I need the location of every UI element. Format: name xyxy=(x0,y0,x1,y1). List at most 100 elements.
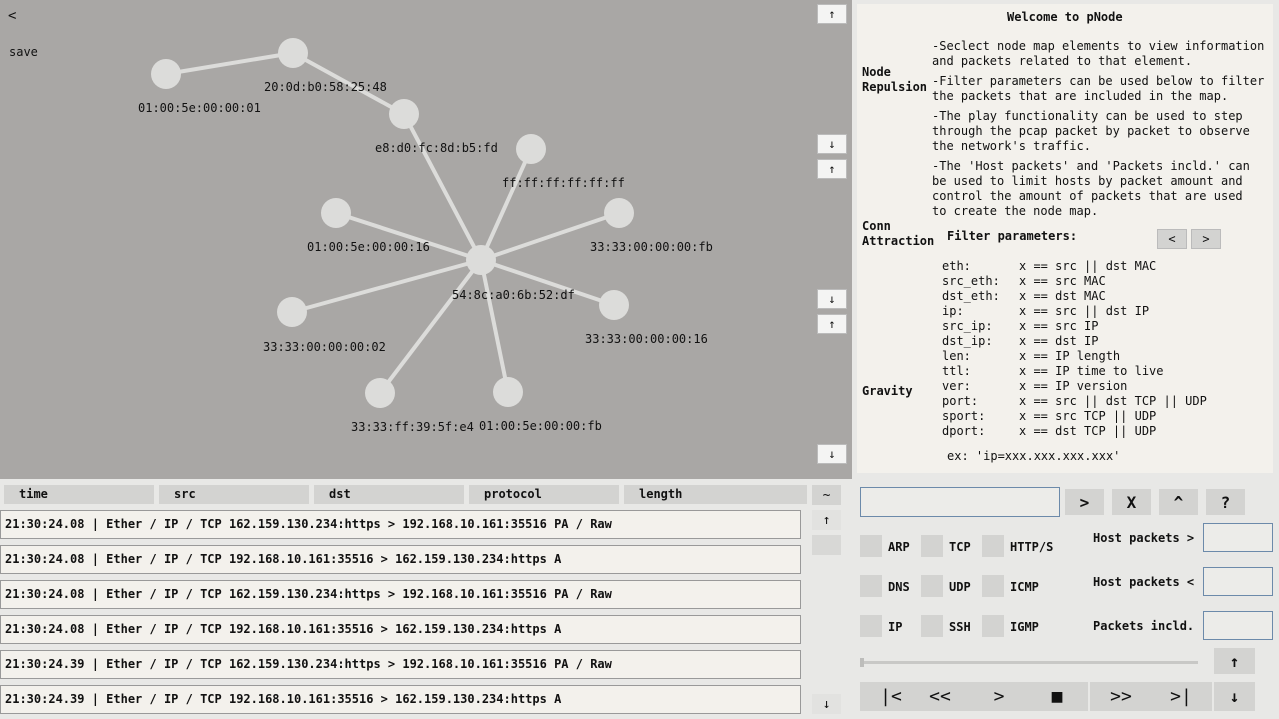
conn-attraction-label: Conn Attraction xyxy=(862,219,935,248)
fast-forward-button[interactable]: >> xyxy=(1090,682,1152,711)
packet-row[interactable]: 21:30:24.39 | Ether / IP / TCP 192.168.1… xyxy=(0,685,801,714)
info-prev-button[interactable]: < xyxy=(1157,229,1187,249)
filter-params-title: Filter parameters: xyxy=(947,229,1078,243)
filter-keys: eth: src_eth: dst_eth: ip: src_ip: dst_i… xyxy=(942,259,1000,438)
collapse-button[interactable]: ~ xyxy=(812,485,841,505)
ssh-checkbox[interactable] xyxy=(921,615,943,637)
host-node[interactable] xyxy=(389,99,419,129)
skip-to-end-button[interactable]: >| xyxy=(1150,682,1212,711)
host-node[interactable] xyxy=(151,59,181,89)
node-map-canvas[interactable]: 01:00:5e:00:00:0120:0d:b0:58:25:48 e8:d0:… xyxy=(0,0,852,479)
ssh-label: SSH xyxy=(949,620,971,634)
playback-slider[interactable] xyxy=(860,661,1198,664)
https-checkbox[interactable] xyxy=(982,535,1004,557)
packet-row[interactable]: 21:30:24.39 | Ether / IP / TCP 162.159.1… xyxy=(0,650,801,679)
arp-checkbox[interactable] xyxy=(860,535,882,557)
host-node-label: 33:33:ff:39:5f:e4 xyxy=(351,420,474,434)
col-header-length[interactable]: length xyxy=(624,485,807,504)
filter-example: ex: 'ip=xxx.xxx.xxx.xxx' xyxy=(947,449,1121,463)
node-map[interactable]: 01:00:5e:00:00:01 20:0d:b0:58:25:48 e8:d0:… xyxy=(0,0,852,479)
packet-row[interactable]: 21:30:24.08 | Ether / IP / TCP 192.168.1… xyxy=(0,545,801,574)
dns-label: DNS xyxy=(888,580,910,594)
filter-input[interactable] xyxy=(860,487,1060,517)
info-bullet: -The play functionality can be used to s… xyxy=(932,109,1250,153)
host-node[interactable] xyxy=(466,245,496,275)
host-packets-gt-label: Host packets > xyxy=(1093,531,1195,545)
packet-row[interactable]: 21:30:24.08 | Ether / IP / TCP 162.159.1… xyxy=(0,510,801,539)
host-node-label: 01:00:5e:00:00:01 xyxy=(138,101,261,115)
host-node-label: 20:0d:b0:58:25:48 xyxy=(264,80,387,94)
host-node[interactable] xyxy=(516,134,546,164)
info-panel: Welcome to pNode Node Repulsion Conn Att… xyxy=(857,4,1273,473)
node-repulsion-label: Node Repulsion xyxy=(862,65,928,94)
host-node-label: e8:d0:fc:8d:b5:fd xyxy=(375,141,498,155)
scrollbar-thumb[interactable] xyxy=(812,535,841,555)
ip-label: IP xyxy=(888,620,903,634)
gravity-down-button[interactable]: ↓ xyxy=(817,444,847,464)
col-header-src[interactable]: src xyxy=(159,485,309,504)
ip-checkbox[interactable] xyxy=(860,615,882,637)
packets-incld-label: Packets incld. xyxy=(1093,619,1195,633)
conn-attraction-down-button[interactable]: ↓ xyxy=(817,289,847,309)
host-node-label: ff:ff:ff:ff:ff:ff xyxy=(502,176,625,190)
host-node[interactable] xyxy=(604,198,634,228)
filter-descriptions: x == src || dst MAC x == src MAC x == ds… xyxy=(1019,259,1207,438)
packets-incld-input[interactable] xyxy=(1203,611,1273,640)
save-button[interactable]: save xyxy=(9,45,38,59)
info-bullet: -Filter parameters can be used below to … xyxy=(932,74,1265,103)
info-next-button[interactable]: > xyxy=(1191,229,1221,249)
tcp-checkbox[interactable] xyxy=(921,535,943,557)
gravity-up-button[interactable]: ↑ xyxy=(817,314,847,334)
col-header-protocol[interactable]: protocol xyxy=(469,485,619,504)
host-node[interactable] xyxy=(365,378,395,408)
gravity-label: Gravity xyxy=(862,384,913,398)
host-node-label: 54:8c:a0:6b:52:df xyxy=(452,288,575,302)
stop-button[interactable]: ■ xyxy=(1026,682,1088,711)
host-packets-lt-input[interactable] xyxy=(1203,567,1273,596)
info-title: Welcome to pNode xyxy=(1007,10,1123,24)
col-header-dst[interactable]: dst xyxy=(314,485,464,504)
packet-row[interactable]: 21:30:24.08 | Ether / IP / TCP 162.159.1… xyxy=(0,580,801,609)
scroll-down-button[interactable]: ↓ xyxy=(812,694,841,714)
connection-edge[interactable] xyxy=(479,148,533,261)
info-bullet: -Seclect node map elements to view infor… xyxy=(932,39,1265,68)
info-bullet: -The 'Host packets' and 'Packets incld.'… xyxy=(932,159,1250,218)
play-button[interactable]: > xyxy=(968,682,1030,711)
https-label: HTTP/S xyxy=(1010,540,1054,554)
apply-filter-button[interactable]: > xyxy=(1065,489,1104,515)
back-button[interactable]: < xyxy=(8,8,16,24)
host-node-label: 01:00:5e:00:00:fb xyxy=(479,419,602,433)
host-node[interactable] xyxy=(493,377,523,407)
caret-button[interactable]: ^ xyxy=(1159,489,1198,515)
scroll-up-button[interactable]: ↑ xyxy=(812,510,841,530)
connection-edge[interactable] xyxy=(291,258,482,314)
packet-row[interactable]: 21:30:24.08 | Ether / IP / TCP 192.168.1… xyxy=(0,615,801,644)
udp-checkbox[interactable] xyxy=(921,575,943,597)
arp-label: ARP xyxy=(888,540,910,554)
conn-attraction-up-button[interactable]: ↑ xyxy=(817,159,847,179)
host-node[interactable] xyxy=(599,290,629,320)
icmp-label: ICMP xyxy=(1010,580,1039,594)
clear-filter-button[interactable]: X xyxy=(1112,489,1151,515)
playback-slider-handle[interactable] xyxy=(860,658,864,667)
col-header-time[interactable]: time xyxy=(4,485,154,504)
host-node-label: 33:33:00:00:00:16 xyxy=(585,332,708,346)
node-repulsion-down-button[interactable]: ↓ xyxy=(817,134,847,154)
host-node[interactable] xyxy=(277,297,307,327)
connection-edge[interactable] xyxy=(165,51,294,76)
host-node[interactable] xyxy=(321,198,351,228)
connection-edge[interactable] xyxy=(378,258,483,395)
icmp-checkbox[interactable] xyxy=(982,575,1004,597)
host-packets-gt-input[interactable] xyxy=(1203,523,1273,552)
rewind-button[interactable]: << xyxy=(909,682,971,711)
connection-edge[interactable] xyxy=(479,259,510,393)
playback-down-button[interactable]: ↓ xyxy=(1214,682,1255,711)
host-node[interactable] xyxy=(278,38,308,68)
dns-checkbox[interactable] xyxy=(860,575,882,597)
host-packets-lt-label: Host packets < xyxy=(1093,575,1195,589)
help-button[interactable]: ? xyxy=(1206,489,1245,515)
igmp-checkbox[interactable] xyxy=(982,615,1004,637)
node-repulsion-up-button[interactable]: ↑ xyxy=(817,4,847,24)
host-node-label: 33:33:00:00:00:02 xyxy=(263,340,386,354)
playback-up-button[interactable]: ↑ xyxy=(1214,648,1255,674)
